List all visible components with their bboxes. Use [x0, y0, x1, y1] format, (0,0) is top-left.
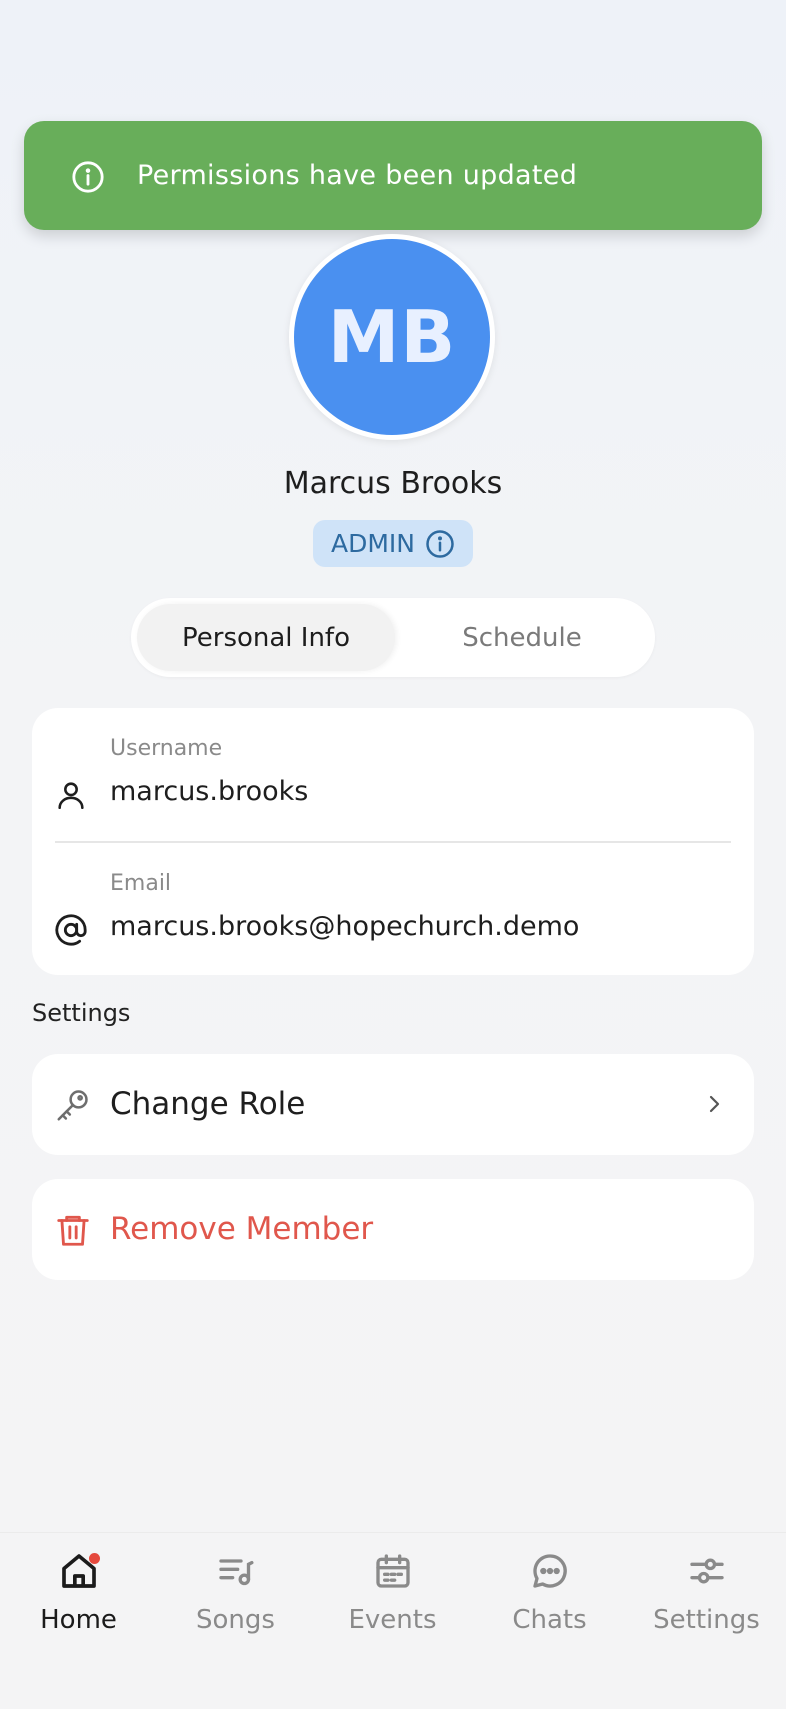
- nav-item-home[interactable]: Home: [0, 1551, 157, 1641]
- success-toast[interactable]: Permissions have been updated: [24, 121, 762, 230]
- avatar: MB: [289, 234, 495, 440]
- notification-dot: [89, 1553, 100, 1564]
- bottom-navigation: Home Songs Events Chats Settings: [0, 1532, 786, 1709]
- nav-item-settings[interactable]: Settings: [628, 1551, 785, 1641]
- nav-item-chats[interactable]: Chats: [471, 1551, 628, 1641]
- email-label: Email: [110, 871, 172, 896]
- nav-label-chats: Chats: [512, 1605, 587, 1635]
- info-icon: [72, 161, 104, 193]
- remove-member-button[interactable]: Remove Member: [32, 1179, 754, 1280]
- nav-item-songs[interactable]: Songs: [157, 1551, 314, 1641]
- songs-icon: [219, 1559, 254, 1586]
- chat-icon: [533, 1554, 567, 1588]
- info-icon[interactable]: [425, 529, 455, 559]
- sliders-icon: [690, 1558, 724, 1584]
- nav-label-songs: Songs: [196, 1605, 275, 1635]
- remove-member-label: Remove Member: [110, 1211, 374, 1247]
- user-icon: [58, 782, 84, 810]
- personal-info-card: Username marcus.brooks Email marcus.broo…: [32, 708, 754, 975]
- member-profile-screen: Permissions have been updated MB Marcus …: [0, 0, 786, 1709]
- change-role-button[interactable]: Change Role: [32, 1054, 754, 1155]
- username-value[interactable]: marcus.brooks: [110, 776, 308, 807]
- at-sign-icon: [55, 914, 87, 946]
- calendar-icon: [376, 1554, 410, 1588]
- nav-label-settings: Settings: [653, 1605, 760, 1635]
- member-name: Marcus Brooks: [283, 466, 503, 501]
- username-label: Username: [110, 736, 223, 761]
- email-value[interactable]: marcus.brooks@hopechurch.demo: [110, 911, 579, 942]
- avatar-initials: MB: [294, 239, 490, 435]
- tab-schedule[interactable]: Schedule: [395, 604, 649, 671]
- nav-item-events[interactable]: Events: [314, 1551, 471, 1641]
- field-divider: [55, 841, 731, 843]
- profile-tabs: Personal Info Schedule: [131, 598, 655, 677]
- role-badge[interactable]: ADMIN: [313, 520, 473, 567]
- key-icon: [57, 1090, 88, 1121]
- toast-message: Permissions have been updated: [137, 160, 578, 191]
- chevron-right-icon: [709, 1095, 720, 1113]
- role-label: ADMIN: [331, 529, 415, 558]
- settings-section-title: Settings: [32, 999, 131, 1027]
- nav-label-home: Home: [40, 1605, 117, 1635]
- change-role-label: Change Role: [110, 1086, 306, 1122]
- tab-personal-info[interactable]: Personal Info: [137, 604, 395, 671]
- nav-label-events: Events: [348, 1605, 437, 1635]
- trash-icon: [57, 1215, 89, 1246]
